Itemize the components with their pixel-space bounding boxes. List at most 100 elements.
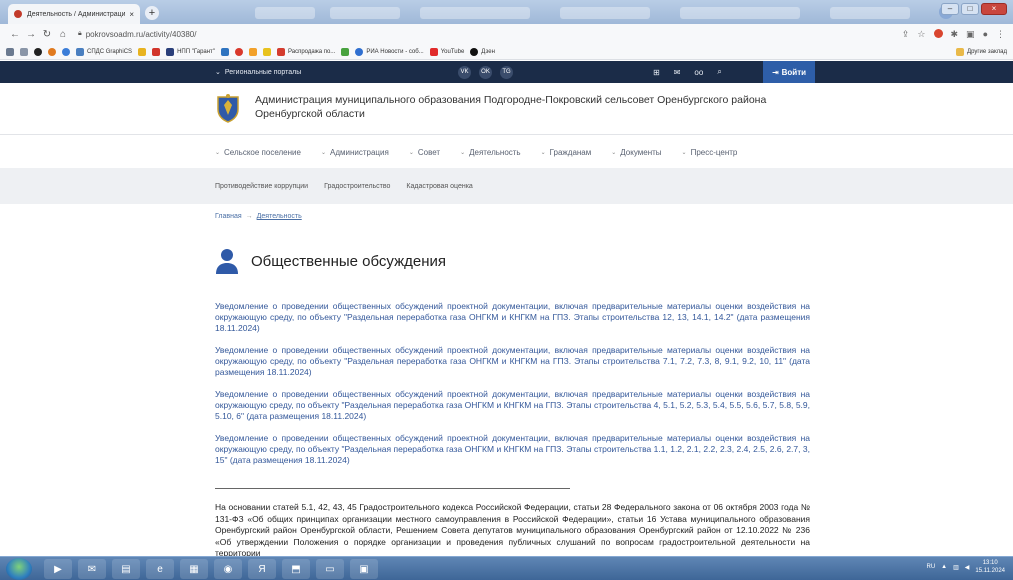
- menu-icon[interactable]: ⋮: [996, 29, 1005, 40]
- menu-item-activity[interactable]: ⌄ Деятельность: [460, 148, 521, 157]
- sitemap-icon[interactable]: ⊞: [653, 68, 660, 77]
- apps-icon[interactable]: [6, 47, 14, 56]
- yandex-icon[interactable]: Я: [248, 559, 276, 579]
- submenu-item-urban-planning[interactable]: Градостроительство: [324, 183, 390, 190]
- vk-icon[interactable]: VK: [458, 65, 471, 79]
- chrome-icon[interactable]: ◉: [214, 559, 242, 579]
- tray-arrow-icon[interactable]: ▲: [941, 564, 947, 570]
- star-icon[interactable]: ☆: [917, 29, 925, 40]
- menu-item-documents[interactable]: ⌄ Документы: [611, 148, 661, 157]
- volume-icon[interactable]: ◀: [965, 564, 970, 571]
- login-button[interactable]: ⇥ Войти: [763, 61, 815, 83]
- reload-icon[interactable]: ↻: [40, 29, 54, 40]
- network-icon[interactable]: ▥: [953, 564, 959, 571]
- new-tab-button[interactable]: +: [145, 6, 159, 20]
- social-links: VK OK TG: [458, 65, 513, 79]
- bookmark-item[interactable]: НПП "Гарант": [166, 47, 215, 56]
- chevron-down-icon: ⌄: [215, 149, 221, 156]
- share-icon[interactable]: ⇪: [902, 29, 910, 40]
- bookmark-icon[interactable]: [152, 47, 161, 56]
- menu-item-press-center[interactable]: ⌄ Пресс-центр: [682, 148, 738, 157]
- submenu-item-cadastral[interactable]: Кадастровая оценка: [406, 183, 472, 190]
- language-indicator[interactable]: RU: [926, 564, 935, 570]
- puzzle-icon[interactable]: ✱: [951, 29, 959, 40]
- regional-portals-dropdown[interactable]: ⌄ Региональные порталы: [215, 68, 301, 77]
- outlook-icon[interactable]: ✉: [78, 559, 106, 579]
- bookmark-icon[interactable]: [62, 47, 70, 56]
- bookmark-item[interactable]: РИА Новости - соб...: [355, 47, 424, 56]
- blurred-tab: [680, 7, 800, 19]
- clock[interactable]: 13:10 15.11.2024: [975, 559, 1005, 575]
- ok-icon[interactable]: OK: [479, 65, 492, 79]
- url-field[interactable]: 🔒︎ pokrovsoadm.ru/activity/40380/: [78, 30, 902, 39]
- address-bar-actions: ⇪ ☆ ✱ ▣ ● ⋮: [902, 28, 1005, 40]
- bookmark-icon[interactable]: [220, 47, 229, 56]
- menu-item-administration[interactable]: ⌄ Администрация: [321, 148, 389, 157]
- bookmark-icon[interactable]: [262, 47, 271, 56]
- pdf-reader-icon[interactable]: ⬒: [282, 559, 310, 579]
- browser-tab-strip: Деятельность / Администраци × + – □ ×: [0, 0, 1013, 24]
- mail-icon[interactable]: ✉: [674, 68, 681, 77]
- site-title: Администрация муниципального образования…: [255, 94, 767, 120]
- app-window-icon[interactable]: ▣: [350, 559, 378, 579]
- blurred-tab: [255, 7, 315, 19]
- browser-tab[interactable]: Деятельность / Администраци ×: [8, 4, 140, 24]
- explorer-icon[interactable]: ▤: [112, 559, 140, 579]
- site-brand[interactable]: Администрация муниципального образования…: [215, 93, 815, 123]
- bookmark-item[interactable]: СПДС GraphiCS: [76, 47, 132, 56]
- system-tray: RU ▲ ▥ ◀ 13:10 15.11.2024: [926, 559, 1005, 575]
- menu-item-council[interactable]: ⌄ Совет: [409, 148, 440, 157]
- sidebar-icon[interactable]: ▣: [966, 29, 975, 40]
- chevron-down-icon: ⌄: [408, 149, 414, 156]
- bookmark-icon[interactable]: [48, 47, 56, 56]
- bookmark-icon[interactable]: [138, 47, 147, 56]
- breadcrumb: Главная → Деятельность: [215, 213, 302, 220]
- menu-item-citizens[interactable]: ⌄ Гражданам: [541, 148, 592, 157]
- breadcrumb-current[interactable]: Деятельность: [257, 213, 302, 220]
- notice-link[interactable]: Уведомление о проведении общественных об…: [215, 433, 810, 466]
- tab-close-icon[interactable]: ×: [129, 10, 134, 19]
- profile-icon[interactable]: ●: [983, 29, 988, 40]
- media-player-icon[interactable]: ▶: [44, 559, 72, 579]
- maximize-button[interactable]: □: [961, 3, 979, 15]
- folder-icon[interactable]: ▭: [316, 559, 344, 579]
- calculator-icon[interactable]: ▦: [180, 559, 208, 579]
- notice-link[interactable]: Уведомление о проведении общественных об…: [215, 345, 810, 378]
- breadcrumb-home[interactable]: Главная: [215, 213, 242, 220]
- bookmark-item[interactable]: Распродажа по...: [276, 47, 335, 56]
- start-button[interactable]: [6, 558, 32, 580]
- window-controls: – □ ×: [941, 3, 1007, 15]
- login-icon: ⇥: [771, 67, 779, 77]
- bookmark-icon[interactable]: [341, 47, 350, 56]
- bookmark-icon[interactable]: [34, 47, 42, 56]
- notice-link[interactable]: Уведомление о проведении общественных об…: [215, 389, 810, 422]
- internet-explorer-icon[interactable]: e: [146, 559, 174, 579]
- bookmark-icon[interactable]: [20, 47, 28, 56]
- search-icon[interactable]: ⌕: [717, 67, 721, 77]
- tab-title: Деятельность / Администраци: [27, 10, 126, 18]
- chevron-down-icon: ⌄: [460, 149, 466, 156]
- extension-icon[interactable]: [933, 28, 943, 38]
- other-bookmarks[interactable]: Другие заклад: [956, 47, 1007, 56]
- notice-link[interactable]: Уведомление о проведении общественных об…: [215, 301, 810, 334]
- accessibility-icon[interactable]: oo: [694, 68, 703, 77]
- home-icon[interactable]: ⌂: [56, 29, 70, 40]
- close-window-button[interactable]: ×: [981, 3, 1007, 15]
- os-taskbar: ▶ ✉ ▤ e ▦ ◉ Я ⬒ ▭ ▣ RU ▲ ▥ ◀ 13:10 15.11…: [0, 556, 1013, 580]
- back-icon[interactable]: ←: [8, 29, 22, 40]
- bookmark-item[interactable]: YouTube: [429, 47, 464, 56]
- chevron-down-icon: ⌄: [681, 149, 687, 156]
- bookmarks-bar: СПДС GraphiCS НПП "Гарант" Распродажа по…: [0, 44, 1013, 60]
- blurred-tab: [420, 7, 530, 19]
- bookmark-icon[interactable]: [248, 47, 257, 56]
- telegram-icon[interactable]: TG: [500, 65, 513, 79]
- page-title: Общественные обсуждения: [251, 252, 446, 270]
- menu-item-settlement[interactable]: ⌄ Сельское поселение: [215, 148, 301, 157]
- minimize-button[interactable]: –: [941, 3, 959, 15]
- bookmark-item[interactable]: Дзен: [470, 47, 495, 56]
- forward-icon[interactable]: →: [24, 29, 38, 40]
- url-text: pokrovsoadm.ru/activity/40380/: [85, 29, 197, 39]
- submenu-item-anticorruption[interactable]: Противодействие коррупции: [215, 183, 308, 190]
- bookmark-icon[interactable]: [234, 47, 243, 56]
- chevron-down-icon: ⌄: [540, 149, 546, 156]
